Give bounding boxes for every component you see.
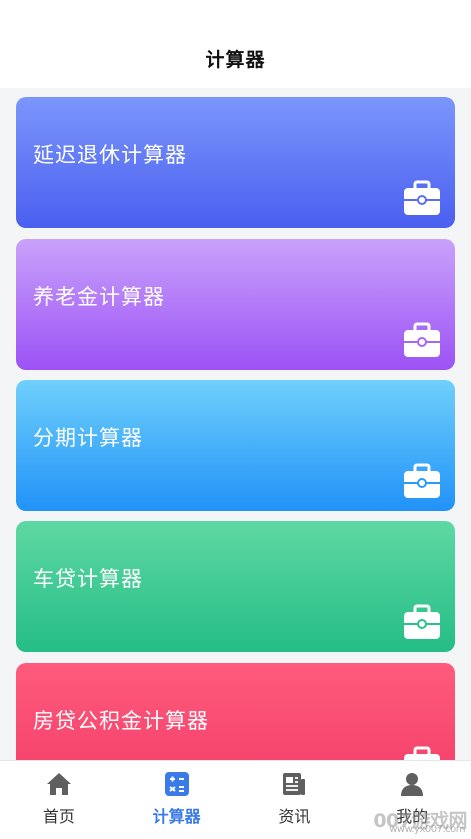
briefcase-icon — [404, 180, 440, 215]
tab-label: 资讯 — [278, 807, 311, 826]
tab-news[interactable]: 资讯 — [236, 761, 354, 839]
card-delayed-retirement-calculator[interactable]: 延迟退休计算器 — [16, 97, 455, 228]
briefcase-icon — [404, 604, 440, 639]
home-icon — [46, 773, 71, 795]
news-icon — [283, 773, 306, 795]
tab-home[interactable]: 首页 — [0, 761, 118, 839]
card-label: 养老金计算器 — [33, 285, 165, 309]
card-pension-calculator[interactable]: 养老金计算器 — [16, 239, 455, 370]
briefcase-icon — [404, 322, 440, 357]
card-label: 延迟退休计算器 — [33, 143, 187, 167]
user-icon — [401, 773, 424, 796]
card-installment-calculator[interactable]: 分期计算器 — [16, 380, 455, 511]
card-car-loan-calculator[interactable]: 车贷计算器 — [16, 521, 455, 652]
watermark-url: www.yx007.com — [389, 824, 465, 835]
tab-label: 首页 — [42, 807, 75, 826]
tab-label: 计算器 — [152, 807, 201, 826]
watermark: 007游戏网 www.yx007.com — [373, 806, 467, 835]
briefcase-icon — [404, 463, 440, 498]
card-label: 房贷公积金计算器 — [33, 709, 209, 733]
app-header: 计算器 — [0, 0, 471, 88]
calculator-icon — [164, 772, 189, 796]
page-title: 计算器 — [205, 49, 266, 71]
card-label: 车贷计算器 — [33, 567, 143, 591]
tab-calculator[interactable]: 计算器 — [118, 761, 236, 839]
card-label: 分期计算器 — [33, 426, 143, 450]
